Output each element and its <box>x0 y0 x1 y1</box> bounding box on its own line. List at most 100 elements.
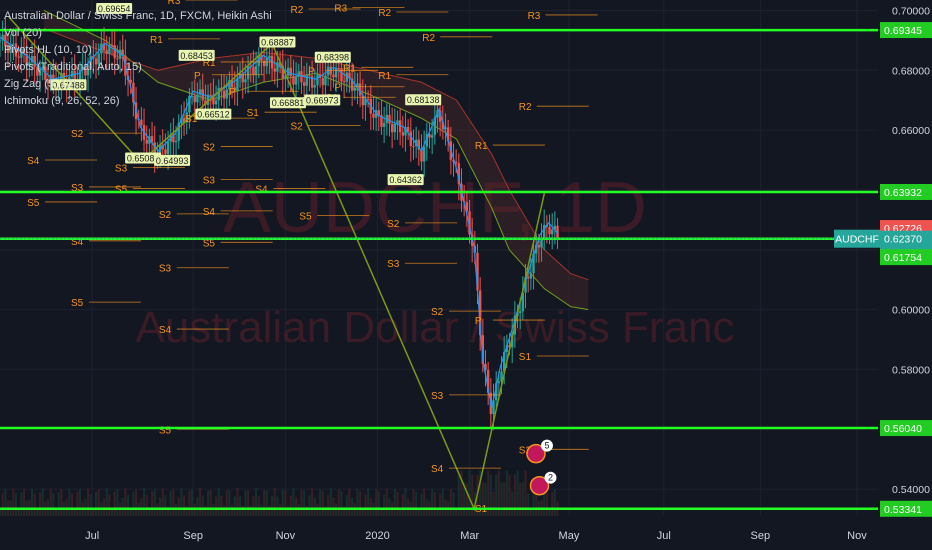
volume-bar <box>265 490 268 516</box>
volume-bar <box>340 491 343 516</box>
volume-bar <box>20 492 23 516</box>
pivot-level-label: P <box>308 66 315 77</box>
volume-bar <box>292 488 295 516</box>
time-axis-tick-label: Mar <box>460 530 479 542</box>
volume-bar <box>12 488 15 516</box>
volume-bar <box>377 491 380 516</box>
candle-body <box>316 74 319 86</box>
volume-bar <box>295 497 298 516</box>
pivot-level-label: P <box>475 316 482 327</box>
candle-body <box>526 277 530 279</box>
pivot-level-label: S2 <box>71 129 84 140</box>
candle-body <box>332 74 335 78</box>
volume-bar <box>89 493 92 516</box>
indicator-pivots-hl[interactable]: Pivots HL (10, 10) <box>4 42 272 59</box>
volume-bar <box>151 491 154 516</box>
candle-body <box>390 123 394 133</box>
candle-body <box>366 98 370 100</box>
volume-bar <box>364 494 367 516</box>
volume-bar <box>124 488 127 516</box>
volume-bar <box>76 491 79 516</box>
volume-bar <box>220 495 223 516</box>
pivot-level-label: S3 <box>431 391 444 402</box>
candle-body <box>518 311 522 313</box>
volume-bar <box>159 497 162 516</box>
event-badge-count: 2 <box>548 473 553 483</box>
candle-body <box>401 132 405 136</box>
volume-bar <box>500 482 503 516</box>
volume-bar <box>375 489 378 516</box>
candle-body <box>321 78 324 86</box>
volume-bar <box>359 491 362 516</box>
volume-bar <box>271 495 274 516</box>
pivot-level-label: S3 <box>115 164 128 175</box>
volume-bar <box>39 492 42 516</box>
volume-bar <box>412 488 415 516</box>
volume-bar <box>327 495 330 516</box>
volume-bar <box>393 489 396 516</box>
candle-body <box>393 123 397 133</box>
indicator-zigzag[interactable]: Zig Zag (5, 10) <box>4 76 272 93</box>
indicator-ichimoku[interactable]: Ichimoku (9, 26, 52, 26) <box>4 93 272 110</box>
volume-bar <box>127 494 130 516</box>
candle-body <box>537 244 541 248</box>
volume-bar <box>465 483 468 516</box>
volume-bar <box>121 498 124 516</box>
candle-body <box>412 146 415 148</box>
volume-bar <box>33 493 36 516</box>
indicator-pivots-traditional[interactable]: Pivots (Traditional, Auto, 15) <box>4 59 272 76</box>
volume-bar <box>233 496 236 516</box>
volume-bar <box>17 509 20 516</box>
volume-bar <box>279 504 282 516</box>
pivot-level-label: S2 <box>203 143 216 154</box>
volume-bar <box>177 497 180 516</box>
volume-bar <box>249 505 252 516</box>
volume-bar <box>287 505 290 516</box>
indicator-vol[interactable]: Vol (20) <box>4 25 272 42</box>
candle-body <box>313 85 316 88</box>
time-axis-tick-label: Nov <box>276 530 296 542</box>
pivot-level-label: S5 <box>115 184 128 195</box>
price-axis-tick-label: 0.58000 <box>892 364 930 376</box>
volume-bar <box>404 488 407 516</box>
volume-bar <box>449 488 452 516</box>
time-axis-tick-label: Sep <box>751 530 771 542</box>
volume-bar <box>396 491 399 516</box>
price-label: 0.62370 <box>884 234 922 246</box>
volume-bar <box>52 493 55 516</box>
volume-bar <box>196 497 199 516</box>
volume-bar <box>247 490 250 516</box>
volume-bar <box>15 492 18 516</box>
candle-body <box>548 226 551 235</box>
chart-title[interactable]: Australian Dollar / Swiss Franc, 1D, FXC… <box>4 8 272 25</box>
volume-bar <box>116 489 119 516</box>
candle-body <box>140 119 143 126</box>
pivot-hl-label: 0.66881 <box>272 98 305 108</box>
candle-body <box>422 146 426 162</box>
pivot-level-label: R2 <box>378 8 391 19</box>
volume-bar <box>300 489 303 516</box>
pivot-level-label: S5 <box>299 211 312 222</box>
pivot-level-label: R1 <box>343 63 356 74</box>
volume-bar <box>415 491 418 516</box>
candle-body <box>377 110 381 116</box>
volume-bar <box>297 504 300 516</box>
volume-bar <box>57 492 60 516</box>
volume-bar <box>68 488 71 516</box>
volume-bar <box>511 491 514 516</box>
pivot-level-label: S3 <box>387 259 400 270</box>
volume-bar <box>1 492 4 516</box>
pivot-level-label: R2 <box>519 102 532 113</box>
volume-bar <box>388 498 391 516</box>
volume-bar <box>79 488 82 516</box>
time-axis-tick-label: 2020 <box>365 530 389 542</box>
volume-bar <box>455 509 458 516</box>
volume-bar <box>348 488 351 516</box>
volume-bar <box>103 498 106 516</box>
volume-bar <box>204 505 207 516</box>
price-axis-tick-label: 0.68000 <box>892 65 930 77</box>
volume-bar <box>135 489 138 516</box>
volume-bar <box>236 488 239 516</box>
volume-bar <box>31 488 34 516</box>
volume-bar <box>420 493 423 516</box>
